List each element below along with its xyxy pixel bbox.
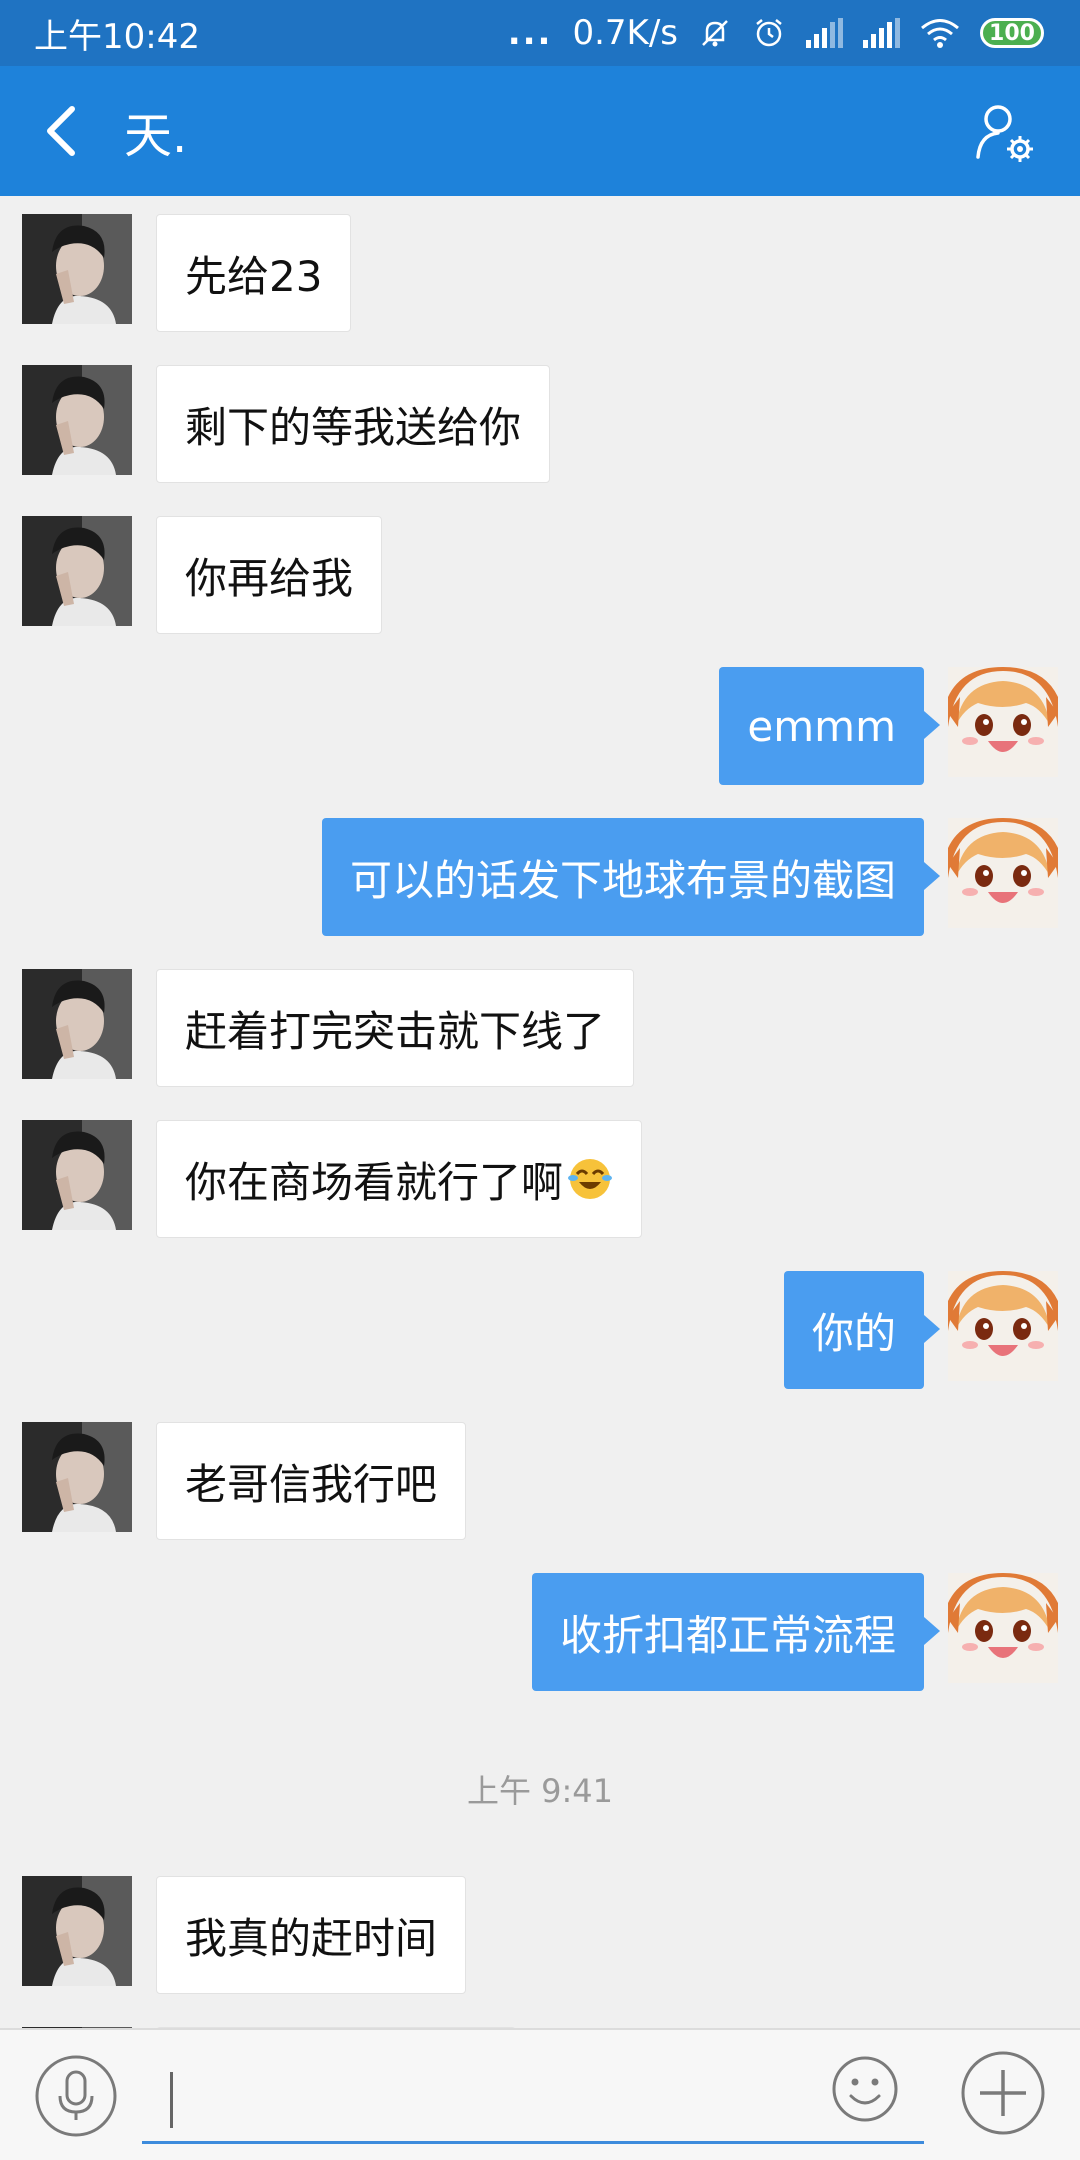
incoming-message-bubble[interactable]: 你再给我 [156,516,383,634]
message-row: 可以的话发下地球布景的截图 [0,800,1080,936]
voice-input-button[interactable] [34,2054,118,2138]
mute-bell-icon [702,20,728,47]
message-row [0,2009,1080,2028]
message-text: 你再给我 [185,553,354,603]
battery-indicator: 100 [980,18,1044,48]
incoming-message-bubble[interactable]: 老哥信我行吧 [156,1422,467,1540]
status-time: 上午10:42 [34,16,200,57]
smiley-icon [832,2056,898,2122]
incoming-message-bubble[interactable]: 我真的赶时间 [156,1876,467,1994]
message-row: 你在商场看就行了啊 [0,1102,1080,1238]
status-indicators: ... 0.7K/s 100 [508,13,1044,53]
more-actions-button[interactable] [960,2050,1046,2136]
contact-avatar[interactable] [22,516,132,626]
message-input[interactable] [142,2052,924,2144]
outgoing-message-bubble[interactable]: 你的 [783,1271,941,1389]
contact-avatar[interactable] [22,1876,132,1986]
microphone-icon [35,2055,117,2137]
signal-icon-2 [863,18,900,48]
message-text: 你在商场看就行了啊 [185,1157,564,1207]
incoming-message-bubble[interactable]: 剩下的等我送给你 [156,365,551,483]
message-text: 先给23 [185,251,323,301]
more-dots: ... [507,13,553,53]
signal-icon [806,18,843,48]
message-row: emmm [0,649,1080,785]
input-bar [0,2028,1080,2160]
message-row: 剩下的等我送给你 [0,347,1080,483]
plus-icon [961,2051,1045,2135]
alarm-icon [756,19,782,47]
outgoing-message-bubble[interactable]: 可以的话发下地球布景的截图 [321,818,941,936]
contact-avatar[interactable] [22,969,132,1079]
outgoing-message-bubble[interactable]: emmm [719,667,940,785]
laughing-tears-emoji-icon [568,1159,613,1199]
my-avatar[interactable] [948,667,1058,777]
chat-title: 天. [124,108,188,164]
time-separator: 上午 9:41 [466,1772,614,1810]
profile-settings-button[interactable] [970,99,1040,169]
my-avatar[interactable] [948,818,1058,928]
chevron-left-icon [47,106,75,156]
message-text: 可以的话发下地球布景的截图 [349,855,896,905]
contact-avatar[interactable] [22,365,132,475]
message-row: 你的 [0,1253,1080,1389]
my-avatar[interactable] [948,1271,1058,1381]
message-text: 我真的赶时间 [185,1913,438,1963]
contact-avatar[interactable] [22,1120,132,1230]
message-text: 老哥信我行吧 [185,1459,438,1509]
my-avatar[interactable] [948,1573,1058,1683]
status-bar: 上午10:42 ... 0.7K/s 100 [0,0,1080,66]
message-row: 收折扣都正常流程 [0,1555,1080,1691]
message-row: 你再给我 [0,498,1080,634]
incoming-message-bubble[interactable]: 先给23 [156,214,352,332]
message-text: 剩下的等我送给你 [185,402,522,452]
profile-settings-icon [976,105,1033,162]
emoji-button[interactable] [830,2054,900,2124]
message-text: 收折扣都正常流程 [559,1610,896,1660]
chat-header: 天. [0,66,1080,196]
text-caret [170,2072,173,2128]
incoming-message-bubble[interactable]: 赶着打完突击就下线了 [156,969,635,1087]
message-row: 赶着打完突击就下线了 [0,951,1080,1087]
message-row: 我真的赶时间 [0,1858,1080,1994]
incoming-message-bubble[interactable]: 你在商场看就行了啊 [156,1120,643,1238]
contact-avatar[interactable] [22,214,132,324]
wifi-icon [921,19,959,48]
chat-messages[interactable]: 先给23 剩下的等我送给你 你再给我 emmm 可以的话发下地球布景的截图 赶着… [0,196,1080,2028]
message-text: emmm [747,701,896,751]
message-row: 老哥信我行吧 [0,1404,1080,1540]
message-row: 先给23 [0,196,1080,332]
net-speed: 0.7K/s [572,13,678,53]
message-text: 你的 [811,1308,896,1358]
back-button[interactable] [0,66,120,196]
outgoing-message-bubble[interactable]: 收折扣都正常流程 [531,1573,941,1691]
contact-avatar[interactable] [22,1422,132,1532]
message-text: 赶着打完突击就下线了 [185,1006,606,1056]
